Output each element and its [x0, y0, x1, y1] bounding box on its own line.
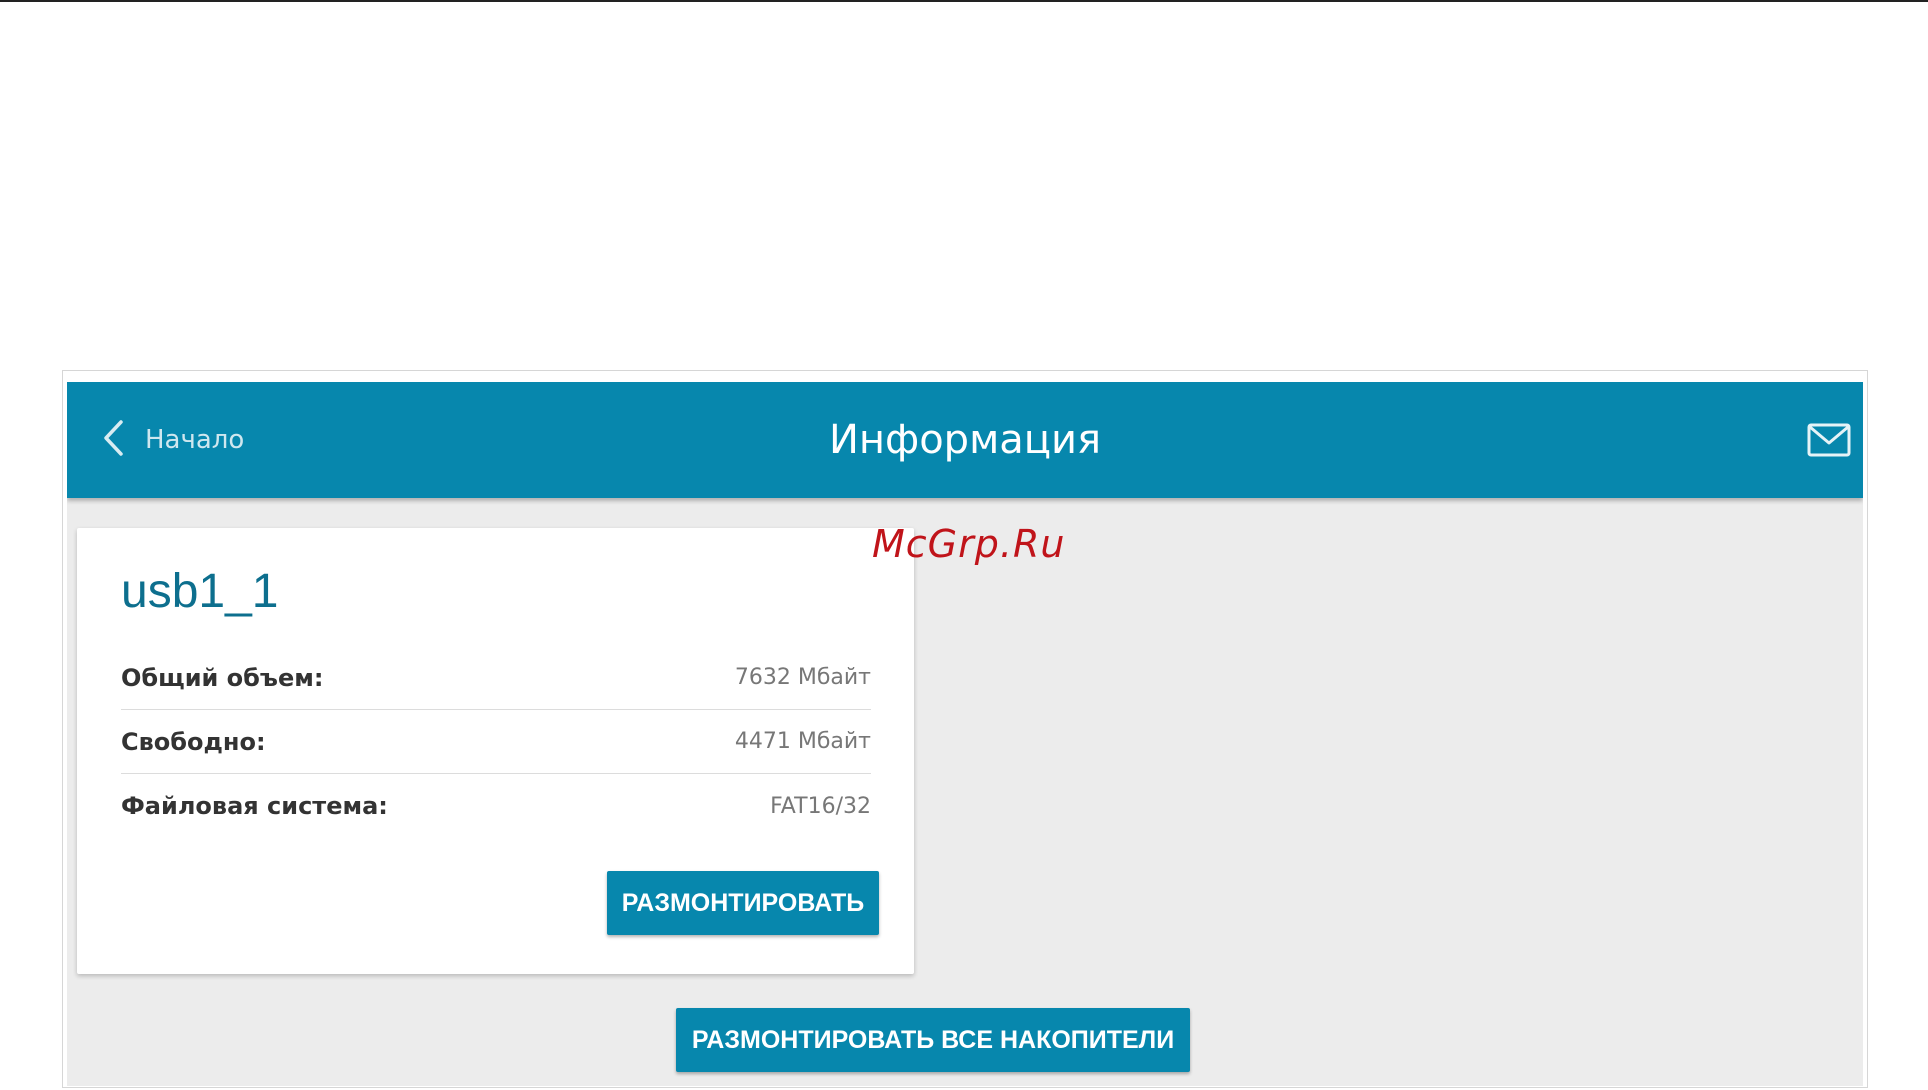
- device-name: usb1_1: [121, 565, 279, 618]
- info-row-value: 4471 Мбайт: [734, 729, 871, 754]
- top-bar: Начало Информация: [67, 382, 1863, 498]
- info-row-value: 7632 Мбайт: [734, 665, 871, 690]
- info-row-free: Свободно: 4471 Мбайт: [121, 710, 871, 774]
- info-row-label: Свободно:: [121, 727, 266, 756]
- unmount-button[interactable]: РАЗМОНТИРОВАТЬ: [607, 871, 879, 935]
- chevron-left-icon: [101, 418, 127, 462]
- info-row-label: Общий объем:: [121, 663, 324, 692]
- app-screen: Начало Информация usb1_1 Общий объем: 76…: [67, 382, 1863, 1086]
- mail-icon[interactable]: [1807, 422, 1851, 458]
- page-title: Информация: [828, 417, 1102, 463]
- back-link-label: Начало: [145, 425, 245, 455]
- usb-device-card: usb1_1 Общий объем: 7632 Мбайт Свободно:…: [77, 528, 914, 974]
- info-row-value: FAT16/32: [770, 793, 871, 819]
- back-link[interactable]: Начало: [101, 418, 244, 462]
- watermark-text: McGrp.Ru: [872, 522, 1066, 566]
- unmount-all-button[interactable]: РАЗМОНТИРОВАТЬ ВСЕ НАКОПИТЕЛИ: [676, 1008, 1190, 1072]
- top-rule: [0, 0, 1928, 2]
- info-row-filesystem: Файловая система: FAT16/32: [121, 774, 871, 838]
- info-row-total: Общий объем: 7632 Мбайт: [121, 646, 871, 710]
- info-row-label: Файловая система:: [121, 792, 388, 820]
